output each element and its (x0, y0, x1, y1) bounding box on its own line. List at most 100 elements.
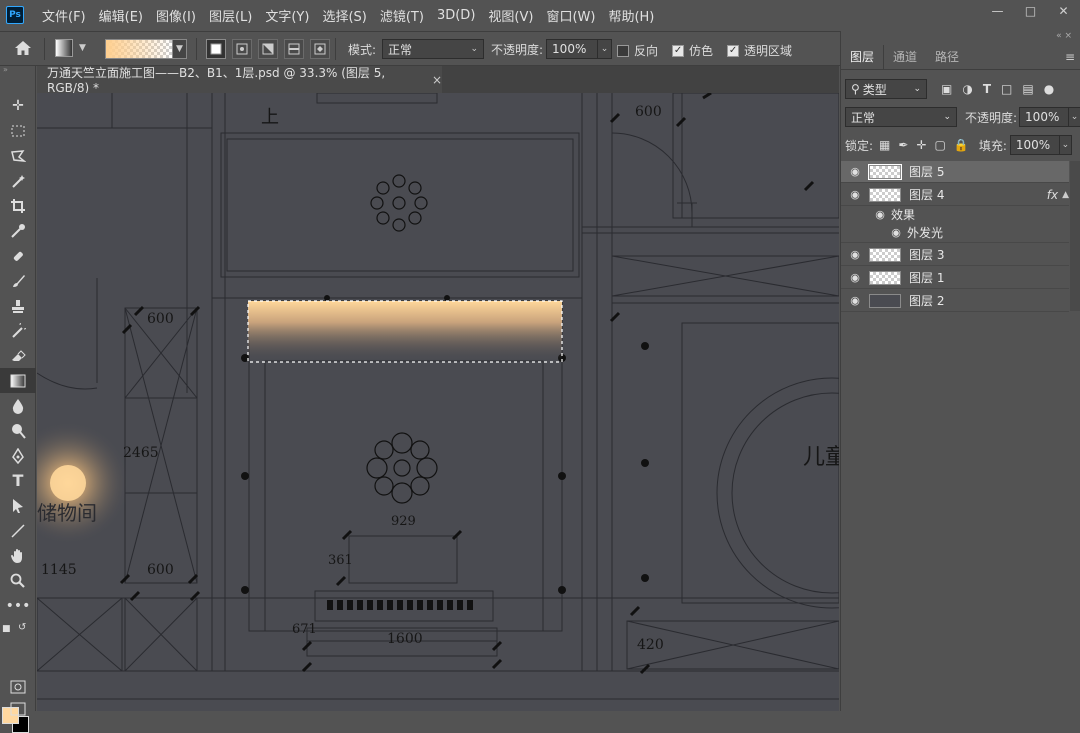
lock-artboard-icon[interactable]: ▢ (935, 138, 946, 152)
crop-tool-icon[interactable] (0, 193, 36, 218)
lasso-tool-icon[interactable] (0, 143, 36, 168)
tool-preset-picker[interactable]: ▼ (55, 39, 86, 57)
more-tools-icon[interactable]: ••• (0, 593, 36, 618)
diamond-gradient-button[interactable] (310, 39, 330, 59)
adjustment-filter-icon[interactable]: ◑ (962, 82, 972, 96)
blend-mode-select[interactable]: 正常 ⌄ (845, 107, 957, 127)
transparency-checkbox-box[interactable]: ✓ (727, 44, 740, 57)
menu-3d[interactable]: 3D(D) (437, 8, 475, 23)
layer-row-5[interactable]: ◉ 图层 5 (841, 161, 1069, 183)
gradient-picker[interactable]: ▼ (105, 39, 187, 59)
gradient-swatch[interactable] (105, 39, 173, 59)
lock-all-icon[interactable]: 🔒 (954, 138, 969, 152)
type-tool-icon[interactable]: T (0, 468, 36, 493)
chevron-down-icon[interactable]: ▼ (173, 39, 187, 59)
radial-gradient-button[interactable] (232, 39, 252, 59)
fx-icon[interactable]: fx (1047, 188, 1058, 202)
mode-select[interactable]: 正常 ⌄ (382, 39, 485, 59)
smart-object-filter-icon[interactable]: ▤ (1022, 82, 1033, 96)
layer-row-3[interactable]: ◉ 图层 3 (841, 244, 1069, 266)
minimize-button[interactable]: — (981, 0, 1014, 22)
angle-gradient-button[interactable] (258, 39, 278, 59)
reflected-gradient-button[interactable] (284, 39, 304, 59)
maximize-button[interactable]: □ (1014, 0, 1047, 22)
lock-position-icon[interactable]: ✛ (916, 138, 926, 152)
stamp-tool-icon[interactable] (0, 293, 36, 318)
outer-glow-effect-row[interactable]: ◉ 外发光 (841, 223, 1069, 243)
eyedropper-tool-icon[interactable] (0, 218, 36, 243)
close-tab-icon[interactable]: × (432, 73, 442, 87)
dodge-tool-icon[interactable] (0, 418, 36, 443)
chevron-down-icon[interactable]: ⌄ (598, 39, 613, 59)
layer-opacity-input[interactable]: 100% (1019, 107, 1070, 127)
hand-tool-icon[interactable] (0, 543, 36, 568)
reverse-checkbox[interactable]: 反向 (617, 42, 658, 59)
layers-scrollbar[interactable] (1070, 161, 1080, 311)
tab-layers[interactable]: 图层 (841, 45, 885, 69)
healing-brush-tool-icon[interactable] (0, 243, 36, 268)
home-icon[interactable] (14, 40, 32, 56)
fill-input[interactable]: 100% (1009, 135, 1060, 155)
type-filter-icon[interactable]: T (983, 82, 991, 96)
opacity-input[interactable]: 100% (546, 39, 599, 59)
path-selection-tool-icon[interactable] (0, 493, 36, 518)
default-colors-icon[interactable]: ■ (2, 624, 11, 634)
blur-tool-icon[interactable] (0, 393, 36, 418)
document-canvas[interactable]: 600 600 2465 1145 600 929 361 1600 671 4… (37, 93, 839, 711)
menu-image[interactable]: 图像(I) (156, 6, 196, 25)
swap-colors-icon[interactable]: ↺ (18, 622, 26, 633)
eraser-tool-icon[interactable] (0, 343, 36, 368)
visibility-eye-icon[interactable]: ◉ (841, 188, 869, 201)
transparency-checkbox[interactable]: ✓ 透明区域 (727, 42, 792, 59)
menu-view[interactable]: 视图(V) (488, 6, 533, 25)
collapse-icon[interactable]: » (0, 66, 35, 74)
shape-filter-icon[interactable]: □ (1001, 82, 1012, 96)
visibility-eye-icon[interactable]: ◉ (841, 248, 869, 261)
dither-checkbox[interactable]: ✓ 仿色 (672, 42, 713, 59)
layer-row-4[interactable]: ◉ 图层 4 fx ▲ (841, 184, 1069, 206)
menu-window[interactable]: 窗口(W) (546, 6, 595, 25)
dither-checkbox-box[interactable]: ✓ (672, 44, 685, 57)
layer-row-2[interactable]: ◉ 图层 2 (841, 290, 1069, 312)
magic-wand-tool-icon[interactable] (0, 168, 36, 193)
linear-gradient-button[interactable] (206, 39, 226, 59)
visibility-eye-icon[interactable]: ◉ (841, 271, 869, 284)
screen-mode-icon[interactable] (0, 696, 36, 721)
lock-pixels-icon[interactable]: ✒ (898, 138, 908, 152)
reverse-checkbox-box[interactable] (617, 44, 629, 57)
visibility-eye-icon[interactable]: ◉ (869, 208, 891, 221)
chevron-down-icon[interactable]: ⌄ (1059, 135, 1072, 155)
menu-edit[interactable]: 编辑(E) (99, 6, 143, 25)
menu-file[interactable]: 文件(F) (42, 6, 86, 25)
menu-select[interactable]: 选择(S) (322, 6, 366, 25)
expand-effects-icon[interactable]: ▲ (1062, 190, 1069, 200)
gradient-tool-icon[interactable] (0, 368, 36, 393)
menu-type[interactable]: 文字(Y) (265, 6, 309, 25)
menu-help[interactable]: 帮助(H) (608, 6, 654, 25)
marquee-tool-icon[interactable] (0, 118, 36, 143)
lock-transparent-icon[interactable]: ▦ (879, 138, 890, 152)
pen-tool-icon[interactable] (0, 443, 36, 468)
menu-layer[interactable]: 图层(L) (209, 6, 252, 25)
zoom-tool-icon[interactable] (0, 568, 36, 593)
brush-tool-icon[interactable] (0, 268, 36, 293)
line-tool-icon[interactable] (0, 518, 36, 543)
filter-toggle-icon[interactable]: ● (1044, 82, 1054, 96)
visibility-eye-icon[interactable]: ◉ (841, 165, 869, 178)
visibility-eye-icon[interactable]: ◉ (885, 226, 907, 239)
tab-paths[interactable]: 路径 (926, 45, 968, 69)
visibility-eye-icon[interactable]: ◉ (841, 294, 869, 307)
panel-menu-icon[interactable]: ≡ (1065, 45, 1080, 69)
effects-row[interactable]: ◉ 效果 (841, 205, 1069, 223)
history-brush-tool-icon[interactable] (0, 318, 36, 343)
layer-filter-select[interactable]: ⚲ 类型 ⌄ (845, 79, 927, 99)
layer-row-1[interactable]: ◉ 图层 1 (841, 267, 1069, 289)
collapse-panel-icon[interactable]: « × (1056, 31, 1072, 41)
tab-channels[interactable]: 通道 (884, 45, 926, 69)
close-button[interactable]: ✕ (1047, 0, 1080, 22)
document-tab[interactable]: 万通天竺立面施工图——B2、B1、1层.psd @ 33.3% (图层 5, R… (37, 66, 442, 95)
move-tool-icon[interactable]: ✛ (0, 93, 36, 118)
pixel-filter-icon[interactable]: ▣ (941, 82, 952, 96)
chevron-down-icon[interactable]: ⌄ (1069, 107, 1080, 127)
menu-filter[interactable]: 滤镜(T) (380, 6, 424, 25)
